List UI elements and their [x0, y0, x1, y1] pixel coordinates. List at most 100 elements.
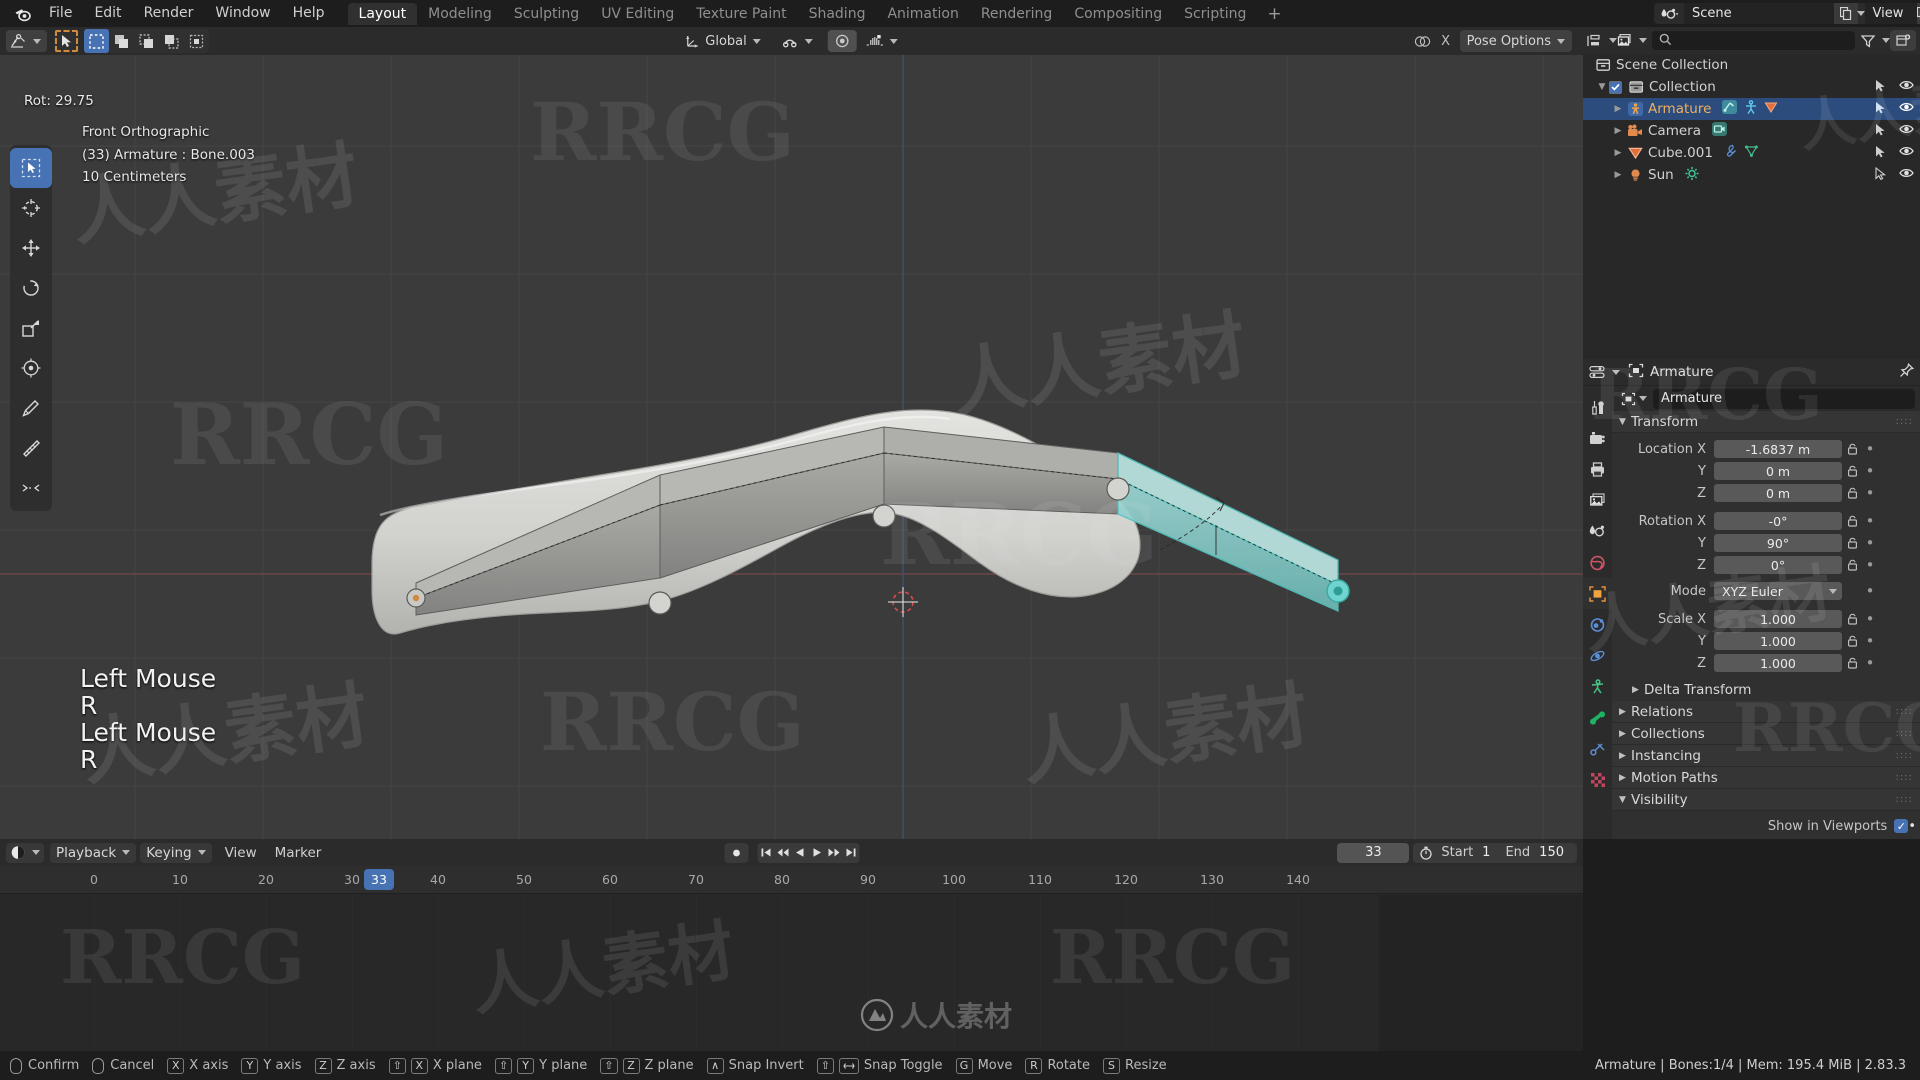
tab-scene[interactable]	[1583, 516, 1612, 547]
expand-triangle-icon[interactable]: ▶	[1611, 170, 1625, 180]
pin-icon[interactable]	[1899, 362, 1915, 382]
scene-name-field[interactable]: Scene	[1684, 3, 1834, 24]
sun-data-icon[interactable]	[1684, 166, 1700, 185]
tab-scripting[interactable]: Scripting	[1173, 3, 1257, 25]
filter-icon[interactable]	[1860, 34, 1890, 48]
tab-shading[interactable]: Shading	[798, 3, 877, 25]
cursor-icon[interactable]	[10, 188, 52, 228]
animate-property-dot[interactable]: •	[1862, 534, 1878, 552]
record-icon[interactable]	[724, 842, 748, 863]
animate-property-dot[interactable]: •	[1862, 440, 1878, 458]
camera-data-icon[interactable]	[1711, 121, 1728, 141]
lock-icon[interactable]	[1842, 613, 1862, 625]
subtract-select-icon[interactable]	[134, 29, 159, 53]
expand-triangle-icon[interactable]: ▶	[1611, 148, 1625, 158]
tab-render[interactable]	[1583, 423, 1612, 454]
panel-header-visibility[interactable]: ▼ Visibility ::::	[1612, 789, 1920, 811]
tab-compositing[interactable]: Compositing	[1063, 3, 1173, 25]
scale-z-field[interactable]: 1.000	[1714, 654, 1842, 672]
animate-property-dot[interactable]: •	[1862, 654, 1878, 672]
tab-sculpting[interactable]: Sculpting	[503, 3, 590, 25]
panel-header-motion-paths[interactable]: ▶ Motion Paths ::::	[1612, 767, 1920, 789]
scale-icon[interactable]	[10, 308, 52, 348]
outliner-row-collection[interactable]: ▼ Collection	[1583, 76, 1920, 98]
mesh-data-icon[interactable]	[1764, 101, 1778, 118]
cursor-select-icon[interactable]	[1874, 145, 1887, 162]
lock-icon[interactable]	[1842, 635, 1862, 647]
tab-layout[interactable]: Layout	[347, 2, 418, 25]
outliner-display-icon[interactable]	[1587, 34, 1617, 48]
timeline-editor-icon[interactable]	[6, 842, 44, 863]
outliner-row-scene-collection[interactable]: Scene Collection	[1583, 54, 1920, 76]
view-layer-filter-icon[interactable]	[1617, 33, 1647, 48]
tab-object-constraint[interactable]	[1583, 671, 1612, 702]
animate-property-dot[interactable]: •	[1862, 582, 1878, 600]
tab-tool[interactable]	[1583, 392, 1612, 423]
tab-physics[interactable]	[1583, 640, 1612, 671]
collection-enable-checkbox[interactable]	[1609, 80, 1622, 94]
rotation-x-field[interactable]: -0°	[1714, 512, 1842, 530]
lock-icon[interactable]	[1842, 465, 1862, 477]
timeline-ruler[interactable]: 0 10 20 30 40 50 60 70 80 90 100 110 120…	[0, 866, 1583, 912]
tab-rendering[interactable]: Rendering	[970, 3, 1064, 25]
new-scene-button[interactable]	[1834, 3, 1858, 24]
animate-property-dot[interactable]: •	[1862, 610, 1878, 628]
transform-icon[interactable]	[10, 348, 52, 388]
panel-header-delta-transform[interactable]: ▶ Delta Transform	[1612, 679, 1920, 701]
tab-view-layer[interactable]	[1583, 485, 1612, 516]
next-keyframe-icon[interactable]	[825, 842, 842, 863]
cursor-select-icon[interactable]	[1874, 166, 1887, 184]
eye-icon[interactable]	[1899, 145, 1914, 161]
rotation-mode-dropdown[interactable]: XYZ Euler	[1714, 582, 1842, 600]
animate-property-dot[interactable]: •	[1862, 632, 1878, 650]
menu-edit[interactable]: Edit	[83, 0, 132, 27]
outliner-row-sun[interactable]: ▶ Sun	[1583, 164, 1920, 186]
scene-selector[interactable]: Scene ✕	[1654, 3, 1880, 24]
lock-icon[interactable]	[1842, 559, 1862, 571]
view-layer-name-field[interactable]: View Layer	[1864, 3, 1917, 42]
expand-triangle-icon[interactable]: ▶	[1611, 104, 1625, 114]
viewport-x-label[interactable]: X	[1436, 34, 1456, 49]
animate-property-dot[interactable]: •	[1862, 556, 1878, 574]
viewport-canvas[interactable]: Rot: 29.75 Front Orthographic (33) Armat…	[0, 55, 1583, 839]
snap-selector[interactable]	[775, 30, 820, 52]
search-input[interactable]	[1652, 31, 1855, 50]
tab-output[interactable]	[1583, 454, 1612, 485]
jump-to-end-icon[interactable]	[842, 842, 859, 863]
end-frame-value[interactable]: 150	[1539, 845, 1574, 860]
measure-icon[interactable]	[10, 428, 52, 468]
tweak-select-box-icon[interactable]	[10, 148, 52, 188]
tab-armature-data[interactable]	[1583, 702, 1612, 733]
mesh-vertex-icon[interactable]	[1744, 144, 1759, 162]
menu-window[interactable]: Window	[204, 0, 281, 27]
lock-icon[interactable]	[1842, 515, 1862, 527]
panel-header-relations[interactable]: ▶ Relations ::::	[1612, 701, 1920, 723]
rotation-z-field[interactable]: 0°	[1714, 556, 1842, 574]
auto-keying-icon[interactable]	[1416, 846, 1436, 860]
cursor-select-icon[interactable]	[1874, 123, 1887, 140]
tab-animation[interactable]: Animation	[876, 3, 969, 25]
view-menu[interactable]: View	[216, 845, 266, 861]
mode-selector[interactable]	[6, 30, 47, 52]
location-z-field[interactable]: 0 m	[1714, 484, 1842, 502]
outliner-row-camera[interactable]: ▶ Camera	[1583, 120, 1920, 142]
tab-object[interactable]	[1583, 578, 1612, 609]
timeline-body[interactable]: RRCG 人人素材 RRCG 人人素材	[0, 895, 1583, 1051]
annotate-icon[interactable]	[10, 388, 52, 428]
animate-property-dot[interactable]: •	[1862, 462, 1878, 480]
set-select-icon[interactable]	[84, 29, 109, 53]
show-in-viewports-checkbox[interactable]: ✓	[1894, 819, 1909, 833]
lock-icon[interactable]	[1842, 657, 1862, 669]
scale-y-field[interactable]: 1.000	[1714, 632, 1842, 650]
playback-menu[interactable]: Playback	[50, 842, 137, 863]
eye-icon[interactable]	[1899, 123, 1914, 139]
move-icon[interactable]	[10, 228, 52, 268]
animate-property-dot[interactable]: •	[1862, 484, 1878, 502]
outliner-row-cube[interactable]: ▶ Cube.001	[1583, 142, 1920, 164]
playhead[interactable]: 33	[364, 869, 394, 890]
tab-bone-constraint[interactable]	[1583, 733, 1612, 764]
eye-icon[interactable]	[1899, 79, 1914, 95]
cursor-select-icon[interactable]	[1874, 101, 1887, 118]
add-workspace-button[interactable]: +	[1257, 4, 1291, 24]
modifier-icon[interactable]	[1723, 144, 1738, 162]
